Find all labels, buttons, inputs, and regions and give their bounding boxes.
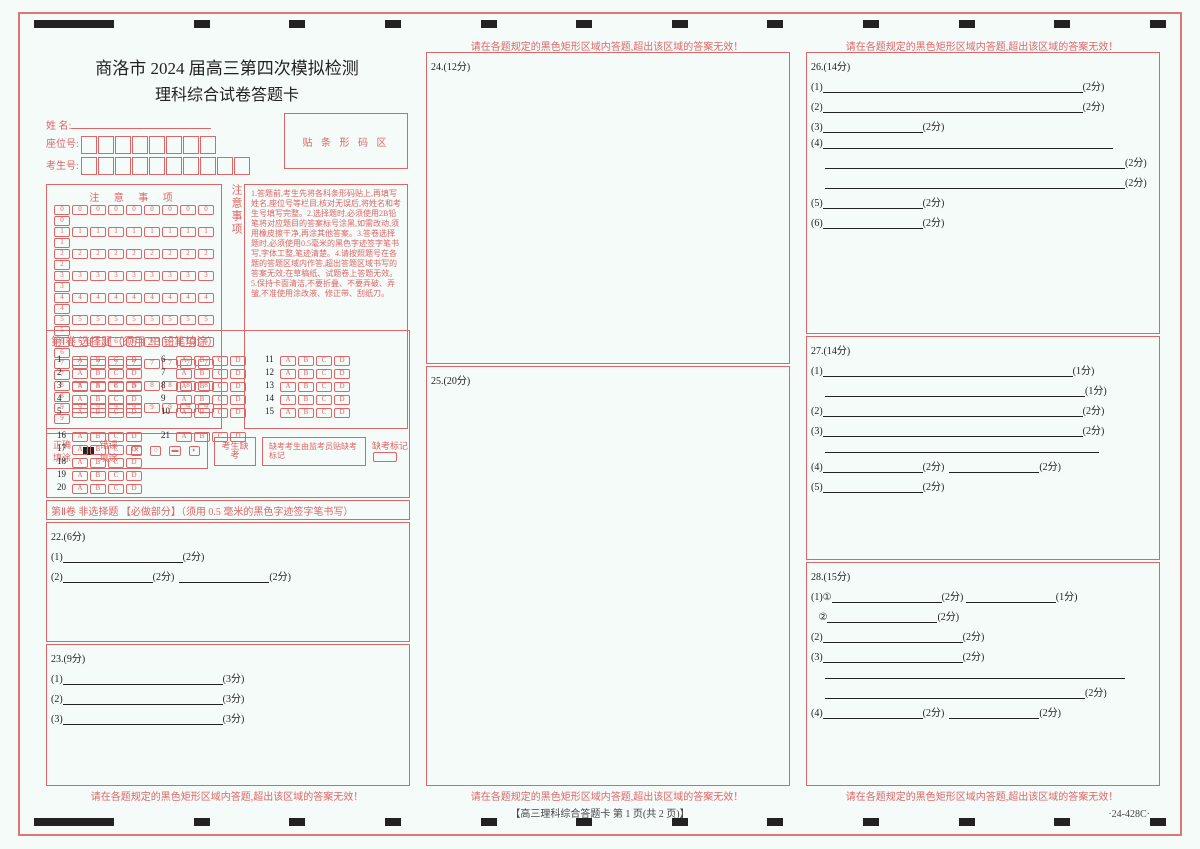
q23-box[interactable]: 23.(9分) (1)(3分) (2)(3分) (3)(3分)	[46, 644, 410, 786]
part1-title: 第Ⅰ卷 选择题（须用 2B 铅笔填涂）	[47, 331, 409, 351]
q24-box[interactable]: 24.(12分)	[426, 52, 790, 364]
q22-box[interactable]: 22.(6分) (1)(2分) (2)(2分) (2分)	[46, 522, 410, 642]
col1-bottom-warn: 请在各题规定的黑色矩形区域内答题,超出该区域的答案无效！	[46, 788, 408, 803]
col2-top-warn: 请在各题规定的黑色矩形区域内答题,超出该区域的答案无效！	[426, 38, 788, 53]
col2-bottom-warn: 请在各题规定的黑色矩形区域内答题,超出该区域的答案无效！	[426, 788, 788, 803]
part2-title: 第Ⅱ卷 非选择题 【必做部分】（须用 0.5 毫米的黑色字迹签字笔书写）	[47, 501, 409, 520]
examid-field[interactable]: 考生号:	[46, 157, 278, 176]
name-field[interactable]: 姓 名:	[46, 116, 278, 132]
q27-box[interactable]: 27.(14分) (1)(1分) (1分) (2)(2分) (3)(2分) (4…	[806, 336, 1160, 560]
barcode-zone: 贴 条 形 码 区	[284, 113, 408, 169]
q26-header: 26.(14分)	[811, 58, 1155, 73]
q22-header: 22.(6分)	[51, 528, 405, 543]
part2-header: 第Ⅱ卷 非选择题 【必做部分】（须用 0.5 毫米的黑色字迹签字笔书写）	[46, 500, 410, 520]
q25-header: 25.(20分)	[431, 372, 785, 387]
bottom-timing-marks	[34, 818, 1166, 828]
col3-top-warn: 请在各题规定的黑色矩形区域内答题,超出该区域的答案无效！	[806, 38, 1158, 53]
sub-title: 理科综合试卷答题卡	[46, 81, 408, 105]
q27-header: 27.(14分)	[811, 342, 1155, 357]
q23-header: 23.(9分)	[51, 650, 405, 665]
q25-box[interactable]: 25.(20分)	[426, 366, 790, 786]
seat-field[interactable]: 座位号:	[46, 135, 278, 154]
top-timing-marks	[34, 20, 1166, 30]
q28-header: 28.(15分)	[811, 568, 1155, 583]
q28-box[interactable]: 28.(15分) (1)①(2分) (1分) ②(2分) (2)(2分) (3)…	[806, 562, 1160, 786]
main-title: 商洛市 2024 届高三第四次模拟检测	[46, 54, 408, 79]
part1-panel: 第Ⅰ卷 选择题（须用 2B 铅笔填涂） 1ABCD2ABCD3ABCD4ABCD…	[46, 330, 410, 498]
q24-header: 24.(12分)	[431, 58, 785, 73]
q26-box[interactable]: 26.(14分) (1)(2分) (2)(2分) (3)(2分) (4) (2分…	[806, 52, 1160, 334]
col3-bottom-warn: 请在各题规定的黑色矩形区域内答题,超出该区域的答案无效！	[806, 788, 1158, 803]
answer-sheet: 商洛市 2024 届高三第四次模拟检测 理科综合试卷答题卡 姓 名: 座位号: …	[18, 12, 1182, 836]
